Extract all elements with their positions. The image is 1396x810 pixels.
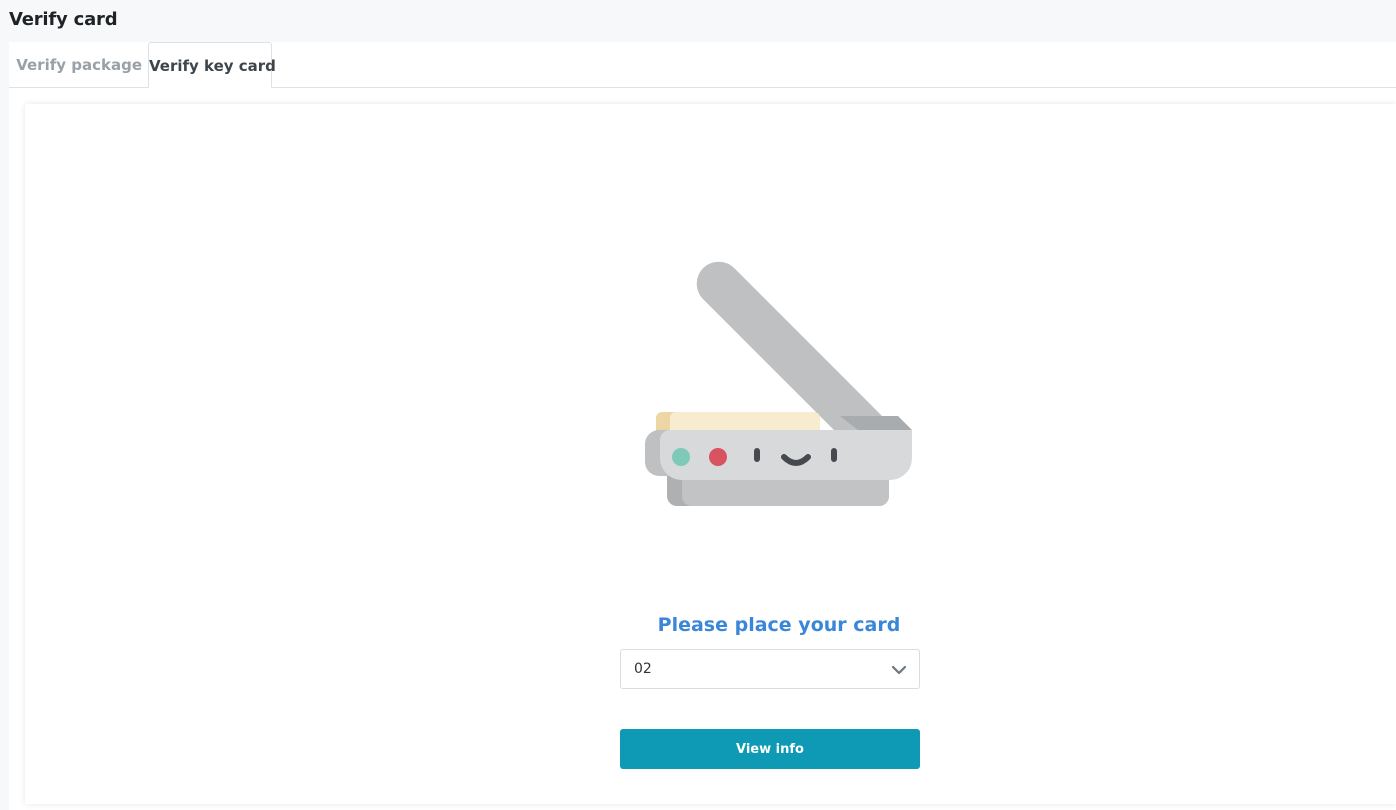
tab-bar: Verify package Verify key card (9, 42, 1396, 88)
place-card-prompt: Please place your card (657, 614, 901, 636)
card-select-value: 02 (634, 661, 652, 677)
card-select[interactable]: 02 (620, 649, 920, 689)
card-scanner-icon (645, 261, 912, 506)
view-info-button[interactable]: View info (620, 729, 920, 769)
page-title: Verify card (9, 9, 118, 30)
content-area: Please place your card 02 View info (9, 88, 1396, 810)
tab-verify-key-card[interactable]: Verify key card (148, 42, 276, 88)
tab-verify-package[interactable]: Verify package (9, 42, 148, 87)
chevron-down-icon (891, 665, 907, 675)
verify-card-panel: Please place your card 02 View info (25, 104, 1396, 804)
